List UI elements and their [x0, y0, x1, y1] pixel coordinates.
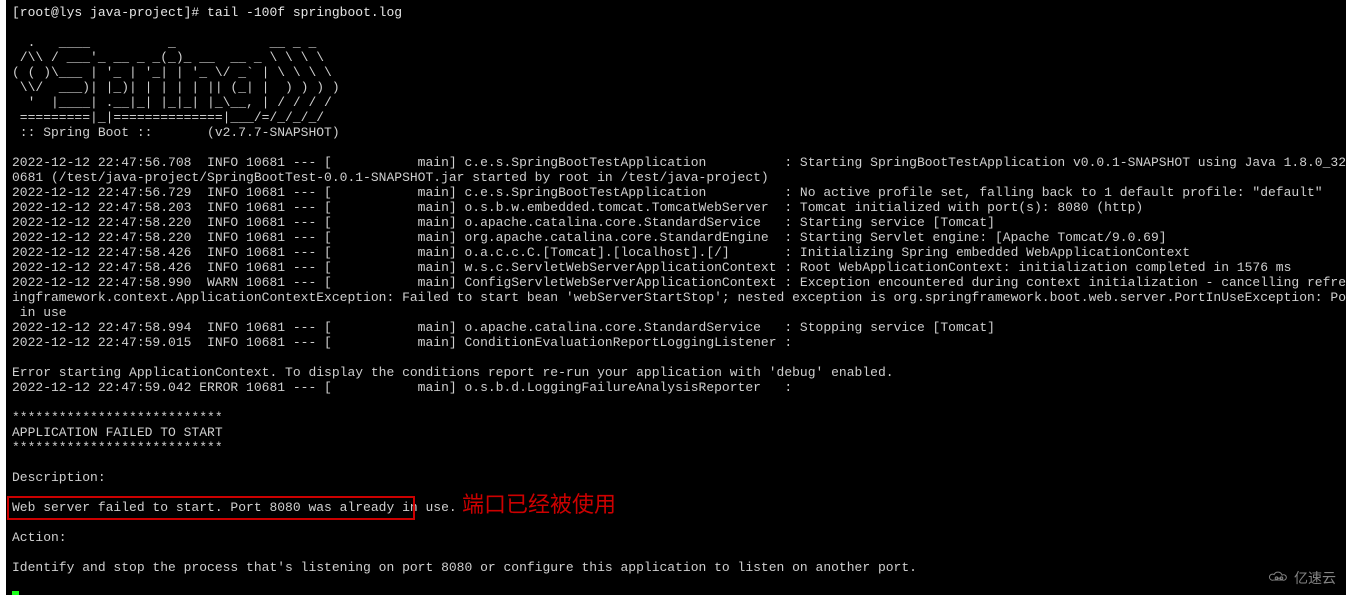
shell-command: tail -100f springboot.log: [207, 5, 402, 20]
ascii-banner-line: =========|_|==============|___/=/_/_/_/: [12, 110, 324, 125]
log-line: ***************************: [12, 410, 223, 425]
log-line: Action:: [12, 530, 67, 545]
cloud-icon: [1268, 570, 1290, 587]
ascii-banner-line: ( ( )\___ | '_ | '_| | '_ \/ _` | \ \ \ …: [12, 65, 332, 80]
shell-prompt: [root@lys java-project]#: [12, 5, 207, 20]
log-line: 2022-12-12 22:47:59.042 ERROR 10681 --- …: [12, 380, 792, 395]
log-line-highlighted: Web server failed to start. Port 8080 wa…: [12, 500, 457, 515]
log-line: 2022-12-12 22:47:56.729 INFO 10681 --- […: [12, 185, 1323, 200]
terminal-cursor: [12, 591, 19, 595]
log-line: 2022-12-12 22:47:58.220 INFO 10681 --- […: [12, 215, 995, 230]
log-line: Description:: [12, 470, 106, 485]
log-line: 0681 (/test/java-project/SpringBootTest-…: [12, 170, 769, 185]
watermark: 亿速云: [1268, 570, 1336, 587]
log-line: 2022-12-12 22:47:58.426 INFO 10681 --- […: [12, 245, 1190, 260]
log-line: 2022-12-12 22:47:56.708 INFO 10681 --- […: [12, 155, 1346, 170]
log-line: in use: [12, 305, 67, 320]
log-line: Identify and stop the process that's lis…: [12, 560, 917, 575]
log-line: 2022-12-12 22:47:58.203 INFO 10681 --- […: [12, 200, 1143, 215]
log-line: ingframework.context.ApplicationContextE…: [12, 290, 1346, 305]
terminal-window[interactable]: [root@lys java-project]# tail -100f spri…: [6, 0, 1346, 595]
log-line: 2022-12-12 22:47:58.220 INFO 10681 --- […: [12, 230, 1167, 245]
ascii-banner-line: . ____ _ __ _ _: [12, 35, 316, 50]
log-line: 2022-12-12 22:47:58.990 WARN 10681 --- […: [12, 275, 1346, 290]
ascii-banner-line: ' |____| .__|_| |_|_| |_\__, | / / / /: [12, 95, 332, 110]
watermark-text: 亿速云: [1294, 571, 1336, 586]
log-line: 2022-12-12 22:47:58.426 INFO 10681 --- […: [12, 260, 1291, 275]
ascii-banner-line: /\\ / ___'_ __ _ _(_)_ __ __ _ \ \ \ \: [12, 50, 324, 65]
log-line: 2022-12-12 22:47:59.015 INFO 10681 --- […: [12, 335, 792, 350]
ascii-banner-line: \\/ ___)| |_)| | | | | || (_| | ) ) ) ): [12, 80, 340, 95]
annotation-text: 端口已经被使用: [462, 497, 616, 512]
log-line: ***************************: [12, 440, 223, 455]
log-line: Error starting ApplicationContext. To di…: [12, 365, 894, 380]
ascii-banner-line: :: Spring Boot :: (v2.7.7-SNAPSHOT): [12, 125, 340, 140]
log-line: APPLICATION FAILED TO START: [12, 425, 223, 440]
log-line: 2022-12-12 22:47:58.994 INFO 10681 --- […: [12, 320, 995, 335]
